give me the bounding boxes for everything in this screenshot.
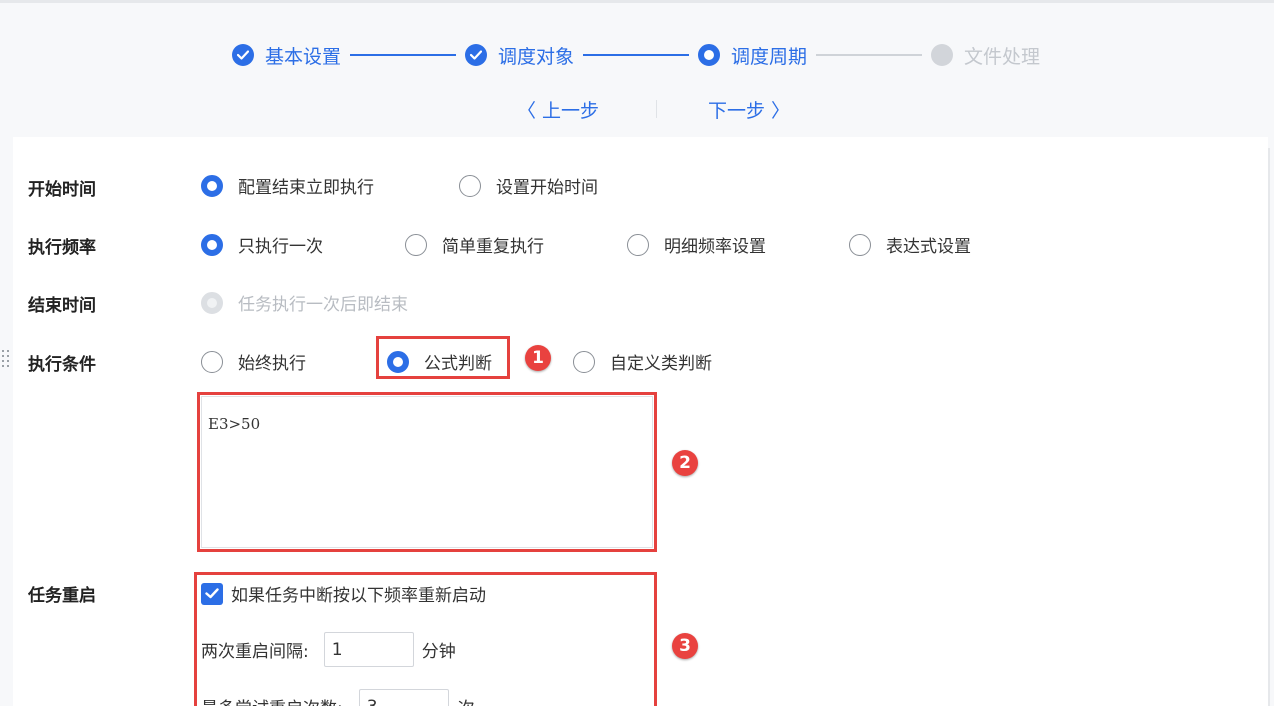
step-connector <box>583 54 690 56</box>
step-schedule-cycle[interactable]: 调度周期 <box>698 42 807 69</box>
radio-set-start-time[interactable]: 设置开始时间 <box>459 173 598 198</box>
step-file-processing[interactable]: 文件处理 <box>931 42 1040 69</box>
start-time-label: 开始时间 <box>28 180 96 200</box>
radio-label: 设置开始时间 <box>496 178 598 198</box>
check-circle-icon <box>232 44 254 66</box>
annotation-badge-2: 2 <box>672 450 698 476</box>
next-step-button[interactable]: 下一步 〉 <box>708 96 790 123</box>
step-label: 基本设置 <box>265 45 342 68</box>
radio-circle <box>405 233 427 256</box>
step-navigation: 〈 上一步 下一步 〉 <box>0 94 1274 124</box>
radio-circle <box>573 350 595 373</box>
step-progress: 基本设置 调度对象 调度周期 文件处理 <box>232 40 1040 70</box>
highlight-box-3 <box>194 572 657 706</box>
annotation-badge-3: 3 <box>672 633 698 659</box>
radio-label: 配置结束立即执行 <box>238 178 374 198</box>
radio-end-after-once: 任务执行一次后即结束 <box>201 290 408 315</box>
step-label: 文件处理 <box>964 45 1041 68</box>
radio-circle <box>201 291 223 314</box>
step-label: 调度对象 <box>498 45 575 68</box>
radio-custom-class-judgment[interactable]: 自定义类判断 <box>573 349 712 374</box>
step-label: 调度周期 <box>731 45 808 68</box>
current-step-icon <box>698 44 721 66</box>
radio-detailed-frequency[interactable]: 明细频率设置 <box>627 232 766 257</box>
radio-circle <box>201 174 223 197</box>
frequency-label: 执行频率 <box>28 238 96 258</box>
radio-expression[interactable]: 表达式设置 <box>849 232 971 257</box>
drag-handle-icon[interactable] <box>2 350 10 368</box>
highlight-box-1 <box>376 336 510 379</box>
step-connector <box>350 54 457 56</box>
prev-step-button[interactable]: 〈 上一步 <box>517 96 599 123</box>
radio-simple-repeat[interactable]: 简单重复执行 <box>405 232 544 257</box>
radio-circle <box>459 174 481 197</box>
step-schedule-object[interactable]: 调度对象 <box>465 42 574 69</box>
radio-start-immediately[interactable]: 配置结束立即执行 <box>201 173 374 198</box>
radio-always-execute[interactable]: 始终执行 <box>201 349 306 374</box>
highlight-box-2 <box>197 392 657 552</box>
radio-label: 任务执行一次后即结束 <box>238 295 408 315</box>
radio-label: 表达式设置 <box>886 237 971 257</box>
annotation-badge-1: 1 <box>525 345 551 371</box>
end-time-label: 结束时间 <box>28 296 96 316</box>
condition-label: 执行条件 <box>28 355 96 375</box>
nav-divider <box>656 100 657 118</box>
radio-label: 简单重复执行 <box>442 237 544 257</box>
radio-label: 始终执行 <box>238 354 306 374</box>
radio-label: 明细频率设置 <box>664 237 766 257</box>
radio-label: 只执行一次 <box>238 237 323 257</box>
check-circle-icon <box>465 44 488 66</box>
radio-circle <box>627 233 649 256</box>
radio-circle <box>201 233 223 256</box>
radio-label: 自定义类判断 <box>610 354 712 374</box>
step-connector <box>816 54 923 56</box>
panel-scroll-edge <box>1268 148 1270 706</box>
radio-circle <box>849 233 871 256</box>
step-basic-settings[interactable]: 基本设置 <box>232 42 341 69</box>
radio-execute-once[interactable]: 只执行一次 <box>201 232 323 257</box>
top-border <box>0 0 1274 3</box>
pending-step-icon <box>931 44 954 66</box>
radio-circle <box>201 350 223 373</box>
restart-label: 任务重启 <box>28 586 96 606</box>
